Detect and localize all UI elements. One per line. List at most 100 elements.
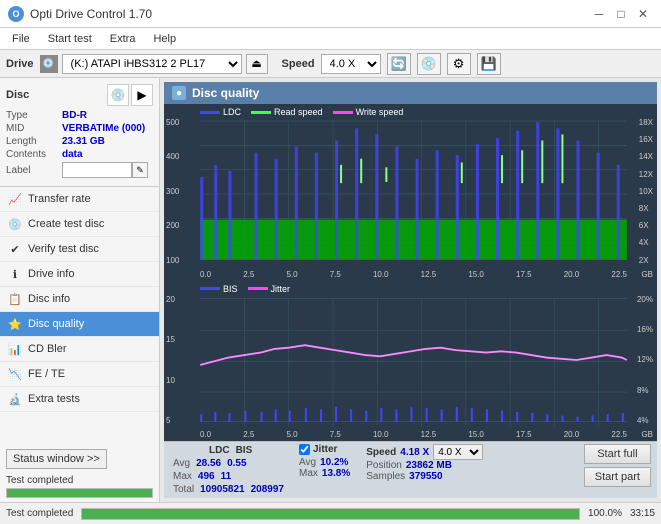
nav-cd-bler[interactable]: 📊 CD Bler [0, 337, 159, 362]
chart2-legend: BIS Jitter [200, 284, 290, 294]
legend-ldc: LDC [200, 107, 241, 117]
drive-info-icon: ℹ [8, 267, 22, 281]
disc-info-icon: 📋 [8, 292, 22, 306]
progress-percent: 100.0% [588, 508, 622, 519]
jitter-avg-label: Avg [299, 457, 316, 468]
chart1-x-unit: GB [641, 270, 653, 279]
stats-bis-header: BIS [233, 444, 256, 457]
jitter-checkbox[interactable] [299, 444, 310, 455]
length-value: 23.31 GB [62, 136, 105, 147]
sidebar-progress-fill [7, 489, 152, 497]
legend-read-speed: Read speed [251, 107, 323, 117]
stats-total-ldc: 10905821 [197, 483, 248, 496]
chart2-x-unit: GB [641, 430, 653, 439]
jitter-max-val: 13.8% [322, 468, 350, 479]
speed-stat-val: 4.18 X [400, 447, 429, 458]
legend-ldc-label: LDC [223, 107, 241, 117]
disc-icon-2[interactable]: ▶ [131, 84, 153, 106]
jitter-header: Jitter [313, 444, 337, 455]
length-label: Length [6, 136, 62, 147]
nav-disc-quality[interactable]: ⭐ Disc quality [0, 312, 159, 337]
chart1-x-axis: 0.0 2.5 5.0 7.5 10.0 12.5 15.0 17.5 20.0… [200, 270, 627, 279]
nav-fe-te[interactable]: 📉 FE / TE [0, 362, 159, 387]
sidebar-progress-bar [6, 488, 153, 498]
stats-max-label: Max [170, 470, 195, 483]
panel-title: Disc quality [192, 86, 259, 100]
main-progress-fill [82, 509, 579, 519]
status-window-button[interactable]: Status window >> [6, 449, 107, 469]
eject-button[interactable]: ⏏ [246, 54, 268, 74]
nav-label-extra-tests: Extra tests [28, 393, 80, 405]
bottom-bar: Test completed 100.0% 33:15 [0, 502, 661, 524]
refresh-button[interactable]: 🔄 [387, 53, 411, 75]
stats-avg-label: Avg [170, 457, 193, 470]
menu-start-test[interactable]: Start test [40, 31, 100, 47]
stats-avg-ldc: 28.56 [193, 457, 224, 470]
speed-dropdown[interactable]: 4.0 X [433, 444, 483, 460]
settings-button[interactable]: ⚙ [447, 53, 471, 75]
nav-label-disc-info: Disc info [28, 293, 70, 305]
menu-file[interactable]: File [4, 31, 38, 47]
menu-extra[interactable]: Extra [102, 31, 144, 47]
legend-jitter: Jitter [248, 284, 291, 294]
legend-write-label: Write speed [356, 107, 404, 117]
app-icon: O [8, 6, 24, 22]
disc-button[interactable]: 💿 [417, 53, 441, 75]
chart2-y-axis-left: 20 15 10 5 [166, 281, 175, 441]
legend-bis-color [200, 287, 220, 290]
nav-drive-info[interactable]: ℹ Drive info [0, 262, 159, 287]
nav-transfer-rate[interactable]: 📈 Transfer rate [0, 187, 159, 212]
nav-label-cd-bler: CD Bler [28, 343, 67, 355]
disc-icon-1[interactable]: 💿 [107, 84, 129, 106]
chart1-svg [164, 104, 657, 281]
mid-value: VERBATIMe (000) [62, 123, 145, 134]
start-part-button[interactable]: Start part [584, 467, 651, 487]
nav-extra-tests[interactable]: 🔬 Extra tests [0, 387, 159, 412]
close-button[interactable]: ✕ [633, 6, 653, 22]
chart2-y-axis-right: 20% 16% 12% 8% 4% [637, 281, 653, 441]
samples-val: 379550 [409, 471, 442, 482]
nav-create-test-disc[interactable]: 💿 Create test disc [0, 212, 159, 237]
stats-max-bis: 11 [218, 470, 235, 483]
nav-label-drive-info: Drive info [28, 268, 74, 280]
maximize-button[interactable]: □ [611, 6, 631, 22]
nav-disc-info[interactable]: 📋 Disc info [0, 287, 159, 312]
type-label: Type [6, 110, 62, 121]
legend-jitter-color [248, 287, 268, 290]
nav-label-transfer-rate: Transfer rate [28, 193, 91, 205]
label-edit-button[interactable]: ✎ [132, 162, 148, 178]
label-input[interactable] [62, 162, 132, 178]
legend-read-color [251, 111, 271, 114]
speed-stat-header: Speed [366, 447, 396, 458]
chart-ldc: LDC Read speed Write speed [164, 104, 657, 281]
jitter-max-label: Max [299, 468, 318, 479]
minimize-button[interactable]: ─ [589, 6, 609, 22]
app-title: Opti Drive Control 1.70 [30, 7, 152, 21]
time-display: 33:15 [630, 508, 655, 519]
speed-select[interactable]: 4.0 X [321, 54, 381, 74]
start-full-button[interactable]: Start full [584, 444, 651, 464]
chart2-x-axis: 0.0 2.5 5.0 7.5 10.0 12.5 15.0 17.5 20.0… [200, 430, 627, 439]
drive-select[interactable]: (K:) ATAPI iHBS312 2 PL17 [62, 54, 242, 74]
legend-write-speed: Write speed [333, 107, 404, 117]
drive-label: Drive [6, 58, 34, 70]
nav-verify-test-disc[interactable]: ✔ Verify test disc [0, 237, 159, 262]
charts-container: LDC Read speed Write speed [164, 104, 657, 441]
type-value: BD-R [62, 110, 87, 121]
save-button[interactable]: 💾 [477, 53, 501, 75]
disc-section-label: Disc [6, 89, 29, 101]
panel-header: ● Disc quality [164, 82, 657, 104]
verify-test-disc-icon: ✔ [8, 242, 22, 256]
chart-bis: BIS Jitter [164, 281, 657, 441]
panel-icon: ● [172, 86, 186, 100]
legend-write-color [333, 111, 353, 114]
create-test-disc-icon: 💿 [8, 217, 22, 231]
menu-help[interactable]: Help [145, 31, 184, 47]
drive-bar: Drive 💿 (K:) ATAPI iHBS312 2 PL17 ⏏ Spee… [0, 50, 661, 78]
extra-tests-icon: 🔬 [8, 392, 22, 406]
stats-total-label: Total [170, 483, 197, 496]
title-bar: O Opti Drive Control 1.70 ─ □ ✕ [0, 0, 661, 28]
content-area: ● Disc quality LDC Read speed [160, 78, 661, 502]
menu-bar: File Start test Extra Help [0, 28, 661, 50]
nav-label-disc-quality: Disc quality [28, 318, 84, 330]
